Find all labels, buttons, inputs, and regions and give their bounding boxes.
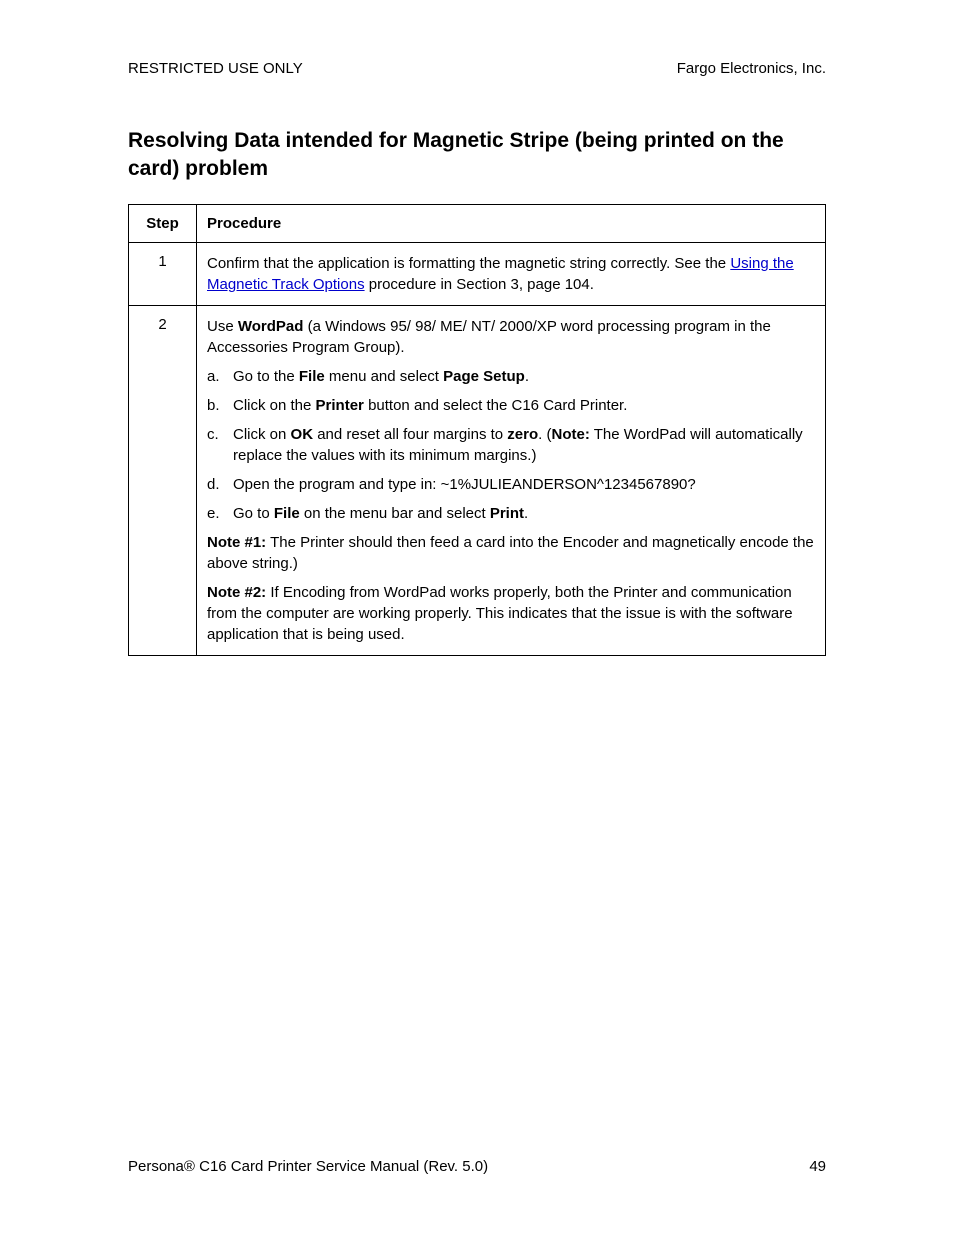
item-marker: a. [207, 366, 233, 387]
procedure-cell: Use WordPad (a Windows 95/ 98/ ME/ NT/ 2… [197, 305, 826, 655]
text-bold: WordPad [238, 318, 304, 335]
text: Click on the [233, 397, 316, 414]
table-header-row: Step Procedure [129, 204, 826, 242]
page-header: RESTRICTED USE ONLY Fargo Electronics, I… [128, 60, 826, 77]
text-bold: Printer [316, 397, 364, 414]
col-step: Step [129, 204, 197, 242]
text: C16 Card Printer Service Manual (Rev. 5.… [195, 1158, 488, 1175]
text: button and select the C16 Card Printer. [364, 397, 628, 414]
list-item: a. Go to the File menu and select Page S… [207, 366, 815, 387]
text-bold: File [274, 505, 300, 522]
text-bold: Page Setup [443, 368, 525, 385]
text: . ( [538, 426, 551, 443]
text: Go to the [233, 368, 299, 385]
col-procedure: Procedure [197, 204, 826, 242]
note-2: Note #2: If Encoding from WordPad works … [207, 582, 815, 645]
text: Use [207, 318, 238, 335]
header-left: RESTRICTED USE ONLY [128, 60, 303, 77]
text-bold: Note: [551, 426, 589, 443]
text: on the menu bar and select [300, 505, 490, 522]
item-marker: b. [207, 395, 233, 416]
procedure-cell: Confirm that the application is formatti… [197, 242, 826, 305]
item-marker: c. [207, 424, 233, 466]
text-bold: File [299, 368, 325, 385]
text: Click on [233, 426, 291, 443]
page-footer: Persona® C16 Card Printer Service Manual… [128, 1158, 826, 1175]
list-item: e. Go to File on the menu bar and select… [207, 503, 815, 524]
table-row: 2 Use WordPad (a Windows 95/ 98/ ME/ NT/… [129, 305, 826, 655]
text: . [524, 505, 528, 522]
list-item: b. Click on the Printer button and selec… [207, 395, 815, 416]
section-title: Resolving Data intended for Magnetic Str… [128, 127, 826, 184]
table-row: 1 Confirm that the application is format… [129, 242, 826, 305]
item-marker: d. [207, 474, 233, 495]
text: Persona [128, 1158, 184, 1175]
note-label: Note #2: [207, 584, 266, 601]
text: Open the program and type in: ~1%JULIEAN… [233, 474, 696, 495]
text-bold: Print [490, 505, 524, 522]
text: procedure in Section 3, page 104. [365, 276, 594, 293]
list-item: d. Open the program and type in: ~1%JULI… [207, 474, 815, 495]
item-marker: e. [207, 503, 233, 524]
page-number: 49 [809, 1158, 826, 1175]
header-right: Fargo Electronics, Inc. [677, 60, 826, 77]
text: and reset all four margins to [313, 426, 507, 443]
note-label: Note #1: [207, 534, 266, 551]
text-bold: OK [291, 426, 314, 443]
registered-symbol: ® [184, 1158, 195, 1175]
text: . [525, 368, 529, 385]
text: Go to [233, 505, 274, 522]
procedure-table: Step Procedure 1 Confirm that the applic… [128, 204, 826, 656]
step-number: 1 [129, 242, 197, 305]
text: menu and select [325, 368, 443, 385]
text-bold: zero [507, 426, 538, 443]
text: If Encoding from WordPad works properly,… [207, 584, 793, 643]
list-item: c. Click on OK and reset all four margin… [207, 424, 815, 466]
text: Confirm that the application is formatti… [207, 255, 730, 272]
substep-list: a. Go to the File menu and select Page S… [207, 366, 815, 524]
note-1: Note #1: The Printer should then feed a … [207, 532, 815, 574]
text: The Printer should then feed a card into… [207, 534, 814, 572]
step-number: 2 [129, 305, 197, 655]
footer-left: Persona® C16 Card Printer Service Manual… [128, 1158, 488, 1175]
